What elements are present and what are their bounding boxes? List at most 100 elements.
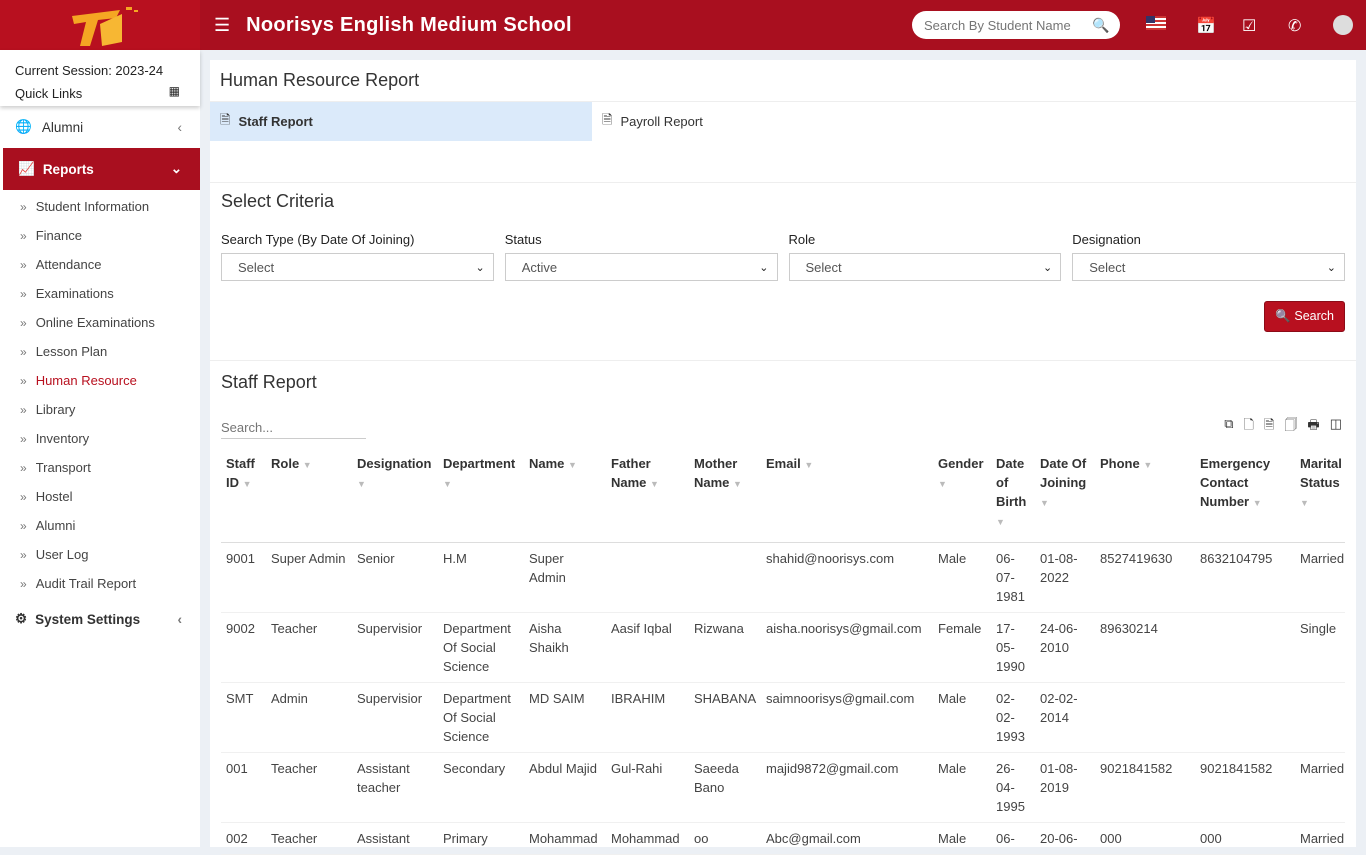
column-label: Date of Birth xyxy=(996,456,1027,509)
column-header[interactable]: Date of Birth ▼ xyxy=(991,446,1035,543)
sidebar-subitem-label: Examinations xyxy=(35,286,114,301)
column-label: Phone xyxy=(1100,456,1140,471)
sort-icon: ▼ xyxy=(1300,498,1309,508)
selected-option: Select xyxy=(1089,259,1126,275)
tab-payroll-report[interactable]: 🗎 Payroll Report xyxy=(592,102,974,141)
sidebar-subitem[interactable]: » Lesson Plan xyxy=(0,337,200,366)
column-header[interactable]: Designation ▼ xyxy=(352,446,438,543)
sort-icon: ▼ xyxy=(568,460,577,470)
sidebar-subitem[interactable]: » Human Resource xyxy=(0,366,200,395)
table-cell: 9001 xyxy=(221,542,266,613)
column-header[interactable]: Father Name ▼ xyxy=(606,446,689,543)
tab-staff-report[interactable]: 🗎 Staff Report xyxy=(210,102,592,141)
search-icon[interactable]: 🔍 xyxy=(1092,17,1109,34)
double-chevron-right-icon: » xyxy=(20,460,27,475)
sort-icon: ▼ xyxy=(804,460,814,470)
csv-icon[interactable]: 🗎 xyxy=(1264,416,1274,438)
user-avatar[interactable] xyxy=(1333,15,1353,35)
table-cell: Admin xyxy=(266,682,352,753)
table-cell: 001 xyxy=(221,752,266,823)
copy-icon[interactable]: ⧉ xyxy=(1224,416,1233,438)
column-label: Father Name xyxy=(611,456,651,490)
table-cell: SMT xyxy=(221,682,266,753)
search-button[interactable]: 🔍 Search xyxy=(1264,301,1345,332)
criteria-select[interactable]: Select ⌄ xyxy=(788,253,1062,281)
column-header[interactable]: Date Of Joining ▼ xyxy=(1035,446,1095,543)
selected-option: Active xyxy=(521,259,558,275)
sidebar-subitem[interactable]: » Inventory xyxy=(0,424,200,453)
staff-report-title: Staff Report xyxy=(221,372,317,392)
criteria-select[interactable]: Select ⌄ xyxy=(221,253,494,281)
school-logo[interactable] xyxy=(0,0,200,50)
column-header[interactable]: Role ▼ xyxy=(266,446,352,543)
table-cell: 02-02-2014 xyxy=(1035,682,1095,753)
sidebar-item-label: Alumni xyxy=(41,119,84,135)
sidebar-subitem[interactable]: » Hostel xyxy=(0,482,200,511)
column-header[interactable]: Name ▼ xyxy=(524,446,606,543)
sidebar-subitem[interactable]: » Alumni xyxy=(0,511,200,540)
sidebar-item-label: Reports xyxy=(42,161,94,177)
column-header[interactable]: Marital Status ▼ xyxy=(1295,446,1345,543)
table-cell: shahid@noorisys.com xyxy=(761,542,933,613)
column-header[interactable]: Emergency Contact Number ▼ xyxy=(1195,446,1295,543)
criteria-select[interactable]: Select ⌄ xyxy=(1072,253,1345,281)
task-check-icon[interactable]: ☑ xyxy=(1242,16,1256,36)
table-cell: Department Of Social Science xyxy=(438,612,524,683)
table-search-input[interactable] xyxy=(221,417,366,439)
excel-icon[interactable]: 🗋 xyxy=(1244,416,1254,438)
column-label: Designation xyxy=(357,456,432,471)
language-flag-icon[interactable] xyxy=(1146,16,1166,35)
column-header[interactable]: Email ▼ xyxy=(761,446,933,543)
table-cell: Teacher xyxy=(266,822,352,855)
print-icon[interactable]: 🖶 xyxy=(1307,416,1319,438)
sort-icon: ▼ xyxy=(733,479,742,489)
student-search-input[interactable] xyxy=(924,17,1084,33)
column-header[interactable]: Gender ▼ xyxy=(933,446,991,543)
double-chevron-right-icon: » xyxy=(20,489,27,504)
column-label: Mother Name xyxy=(694,456,738,490)
export-toolbar: ⧉ 🗋 🗎 🗍 🖶 ◫ xyxy=(1224,416,1342,438)
table-cell: Teacher xyxy=(266,752,352,823)
columns-icon[interactable]: ◫ xyxy=(1330,416,1342,438)
whatsapp-icon[interactable]: ✆ xyxy=(1288,16,1301,36)
sidebar-subitem[interactable]: » User Log xyxy=(0,540,200,569)
double-chevron-right-icon: » xyxy=(20,431,27,446)
column-label: Role xyxy=(271,456,300,471)
sidebar-subitem[interactable]: » Student Information xyxy=(0,192,200,221)
sidebar-subitem[interactable]: » Attendance xyxy=(0,250,200,279)
column-header[interactable]: Phone ▼ xyxy=(1095,446,1195,543)
sidebar-subitem[interactable]: » Finance xyxy=(0,221,200,250)
sort-icon: ▼ xyxy=(1143,460,1153,470)
sidebar-subitem[interactable]: » Examinations xyxy=(0,279,200,308)
column-header[interactable]: Mother Name ▼ xyxy=(689,446,761,543)
document-icon: 🗎 xyxy=(602,111,613,127)
sidebar-subitem[interactable]: » Library xyxy=(0,395,200,424)
pdf-icon[interactable]: 🗍 xyxy=(1284,416,1297,438)
table-cell: 9021841582 xyxy=(1095,752,1195,823)
document-icon: 🗎 xyxy=(220,111,231,127)
selected-option: Select xyxy=(238,259,275,275)
calendar-icon[interactable]: 📅 xyxy=(1196,16,1216,36)
sidebar-subitem[interactable]: » Online Examinations xyxy=(0,308,200,337)
table-row: 9002 Teacher Supervisior Department Of Soci… xyxy=(221,612,1345,683)
sidebar-item-reports[interactable]: 📈 Reports ⌄ xyxy=(3,148,200,190)
column-header[interactable]: Staff ID ▼ xyxy=(221,446,266,543)
column-label: Date Of Joining xyxy=(1040,456,1087,490)
table-cell: Abc@gmail.com xyxy=(761,822,933,855)
sidebar-subitem[interactable]: » Audit Trail Report xyxy=(0,569,200,598)
table-row: SMT Admin Supervisior Department Of Social … xyxy=(221,682,1345,753)
sidebar-item-alumni[interactable]: 🌐 Alumni ‹ xyxy=(0,106,200,148)
sidebar-item-system-settings[interactable]: ⚙ System Settings ‹ xyxy=(0,598,200,640)
sidebar-subitem[interactable]: » Transport xyxy=(0,453,200,482)
quick-links[interactable]: Quick Links xyxy=(15,82,185,105)
table-cell: Super Admin xyxy=(266,542,352,613)
table-cell: Married xyxy=(1295,752,1345,823)
table-cell: aisha.noorisys@gmail.com xyxy=(761,612,933,683)
sidebar-subitem-label: Online Examinations xyxy=(35,315,155,330)
criteria-select[interactable]: Active ⌄ xyxy=(504,253,778,281)
sidebar-subitem-label: Human Resource xyxy=(35,373,137,388)
column-header[interactable]: Department ▼ xyxy=(438,446,524,543)
table-cell: Male xyxy=(933,682,991,753)
grid-icon[interactable]: ▦ xyxy=(169,80,180,103)
menu-toggle-icon[interactable]: ☰ xyxy=(214,15,230,36)
